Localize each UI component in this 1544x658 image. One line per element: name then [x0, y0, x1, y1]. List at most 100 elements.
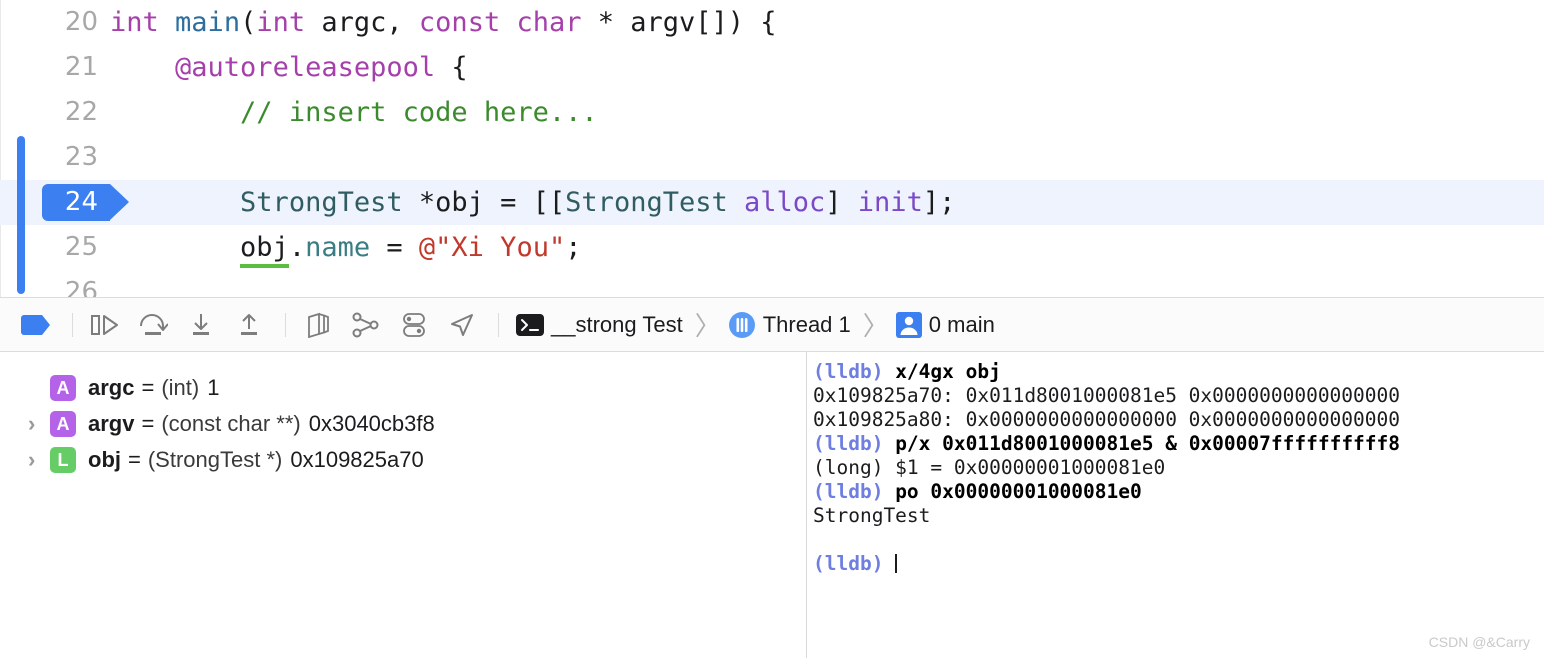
variable-type: (StrongTest *) — [147, 447, 283, 472]
line-number[interactable]: 21 — [0, 45, 110, 90]
code-token: ( — [240, 7, 257, 38]
code-token: alloc — [744, 187, 826, 218]
breadcrumb-chevron-2: 〉 — [862, 311, 889, 341]
xcode-debug-window: 20 int main(int argc, const char * argv[]… — [0, 0, 1544, 658]
environment-overrides-icon[interactable] — [392, 306, 436, 344]
code-line[interactable]: 24 StrongTest *obj = [[StrongTest alloc]… — [0, 180, 1544, 225]
console-line: (lldb) x/4gx obj — [813, 360, 1544, 384]
variables-rows: ›Aargc=(int)1›Aargv=(const char **)0x304… — [0, 370, 806, 478]
code-token: init — [857, 187, 923, 218]
code-text: int main(int argc, const char * argv[]) … — [110, 0, 777, 45]
console-text: p/x 0x011d8001000081e5 & 0x00007ffffffff… — [883, 432, 1401, 455]
code-token: // insert code here... — [240, 97, 598, 128]
debug-toolbar[interactable]: __strong Test 〉 Thread 1 〉 0 main — [0, 297, 1544, 352]
terminal-icon — [515, 312, 545, 338]
lldb-prompt: (lldb) — [813, 552, 884, 575]
breadcrumb[interactable]: __strong Test 〉 Thread 1 〉 0 main — [515, 306, 1001, 343]
step-out-icon[interactable] — [227, 306, 271, 344]
code-token: argc, — [305, 7, 419, 38]
variable-equals: = — [141, 375, 155, 400]
console-text: 0x109825a80: 0x0000000000000000 0x000000… — [813, 408, 1400, 431]
console-line: (lldb) p/x 0x011d8001000081e5 & 0x00007f… — [813, 432, 1544, 456]
variable-name: argc — [88, 375, 135, 400]
console-line: 0x109825a70: 0x011d8001000081e5 0x000000… — [813, 384, 1544, 408]
code-text: obj.name = @"Xi You"; — [110, 225, 581, 270]
console-line: StrongTest — [813, 504, 1544, 528]
simulate-location-icon[interactable] — [440, 306, 484, 344]
code-line[interactable]: 23 — [0, 135, 1544, 180]
code-line[interactable]: 21 @autoreleasepool { — [0, 45, 1544, 90]
variable-equals: = — [141, 411, 155, 436]
code-token: const — [418, 7, 501, 38]
console-view[interactable]: (lldb) x/4gx obj 0x109825a70: 0x011d80010… — [807, 352, 1544, 658]
code-token: ; — [565, 232, 582, 263]
code-text: // insert code here... — [110, 90, 598, 135]
breadcrumb-frame[interactable]: 0 main — [929, 312, 995, 338]
code-text: StrongTest *obj = [[StrongTest alloc] in… — [110, 180, 955, 225]
text-caret — [895, 554, 898, 573]
code-token: { — [435, 52, 468, 83]
code-token: char — [516, 7, 582, 38]
view-hierarchy-icon[interactable] — [296, 306, 340, 344]
console-text: x/4gx obj — [883, 360, 1001, 383]
variable-kind-badge: A — [50, 375, 76, 401]
line-number[interactable]: 20 — [0, 0, 110, 45]
console-line: (lldb) po 0x00000001000081e0 — [813, 480, 1544, 504]
console-line: (long) $1 = 0x00000001000081e0 — [813, 456, 1544, 480]
console-input[interactable] — [883, 552, 895, 575]
breadcrumb-thread[interactable]: Thread 1 — [763, 312, 851, 338]
code-token: *obj = [[ — [402, 187, 566, 218]
variable-row[interactable]: › Aargv = (const char **) 0x3040cb3f8 — [0, 406, 806, 442]
variable-equals: = — [128, 447, 141, 472]
console-text: StrongTest — [813, 504, 931, 527]
toolbar-divider-3 — [498, 312, 499, 337]
breadcrumb-chevron-1: 〉 — [694, 311, 721, 341]
code-token: main — [175, 7, 241, 38]
code-token: obj — [240, 232, 289, 268]
code-token: ]; — [922, 187, 956, 218]
step-into-icon[interactable] — [179, 306, 223, 344]
step-over-icon[interactable] — [131, 306, 175, 344]
variable-kind-badge: A — [50, 411, 76, 437]
code-token: int — [256, 7, 306, 38]
lldb-prompt: (lldb) — [813, 432, 884, 455]
code-line[interactable]: 25 obj.name = @"Xi You"; — [0, 225, 1544, 270]
lldb-prompt: (lldb) — [813, 480, 884, 503]
breakpoint-toggle-icon[interactable] — [14, 306, 58, 344]
variable-value: 0x3040cb3f8 — [308, 411, 435, 436]
code-line[interactable]: 22 // insert code here... — [0, 90, 1544, 135]
source-editor[interactable]: 20 int main(int argc, const char * argv[]… — [0, 0, 1544, 297]
console-line: 0x109825a80: 0x0000000000000000 0x000000… — [813, 408, 1544, 432]
disclosure-triangle-icon[interactable]: › — [28, 406, 50, 442]
variable-row[interactable]: ›Aargc=(int)1 — [0, 370, 806, 406]
line-number[interactable]: 24 — [0, 180, 110, 225]
code-token: . — [288, 232, 306, 263]
code-token: StrongTest — [565, 187, 728, 218]
variable-name: argv — [88, 411, 135, 436]
memory-graph-icon[interactable] — [344, 306, 388, 344]
code-token: * argv[]) { — [581, 7, 777, 38]
disclosure-triangle-icon[interactable]: › — [28, 442, 50, 478]
code-token: = — [370, 232, 419, 263]
toolbar-divider-2 — [285, 312, 286, 337]
variable-type: (int) — [161, 375, 200, 400]
code-line[interactable]: 20 int main(int argc, const char * argv[]… — [0, 0, 1544, 45]
code-lines-container: 20 int main(int argc, const char * argv[]… — [0, 0, 1544, 297]
code-line[interactable]: 26 — [0, 270, 1544, 297]
line-number[interactable]: 22 — [0, 90, 110, 135]
breadcrumb-process[interactable]: __strong Test — [551, 312, 683, 338]
variable-row[interactable]: › Lobj = (StrongTest *) 0x109825a70 — [0, 442, 806, 478]
thread-icon — [727, 310, 757, 340]
code-token: ] — [825, 187, 858, 218]
variables-view[interactable]: ›Aargc=(int)1›Aargv=(const char **)0x304… — [0, 352, 806, 658]
console-text: 0x109825a70: 0x011d8001000081e5 0x000000… — [813, 384, 1400, 407]
code-text: @autoreleasepool { — [110, 45, 468, 90]
continue-icon[interactable] — [83, 306, 127, 344]
